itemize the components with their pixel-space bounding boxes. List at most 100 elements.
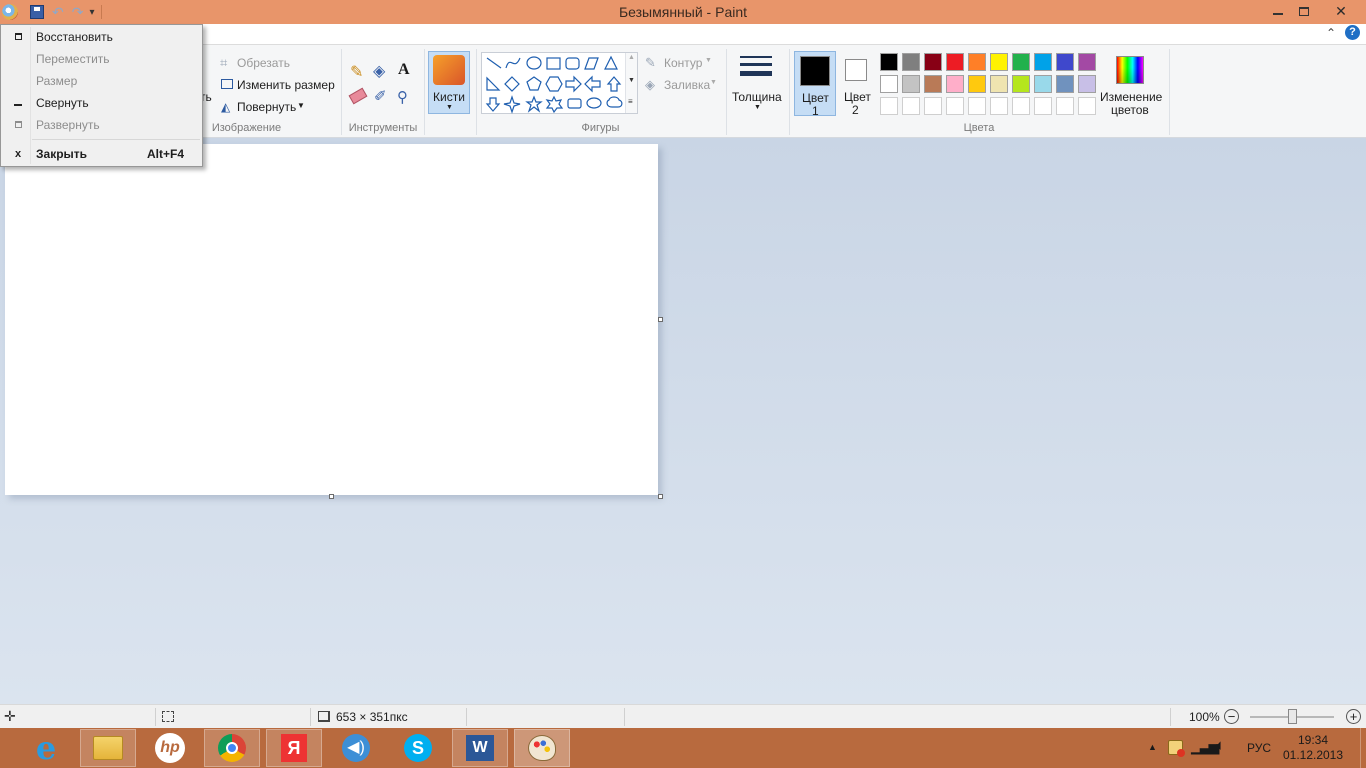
palette-custom-swatch[interactable] <box>968 97 986 115</box>
palette-custom-swatch[interactable] <box>924 97 942 115</box>
taskbar-paint[interactable] <box>514 729 570 767</box>
palette-swatch[interactable] <box>902 75 920 93</box>
resize-button[interactable]: Изменить размер <box>220 76 335 94</box>
palette-custom-swatch[interactable] <box>1034 97 1052 115</box>
palette-swatch[interactable] <box>924 53 942 71</box>
separator <box>624 708 625 726</box>
magnifier-icon[interactable]: ⚲ <box>397 88 408 106</box>
palette-swatch[interactable] <box>946 53 964 71</box>
edit-colors-label-line2: цветов <box>1111 103 1149 117</box>
color1-button[interactable]: Цвет 1 <box>794 51 836 118</box>
palette-custom-swatch[interactable] <box>1078 97 1096 115</box>
palette-swatch[interactable] <box>880 53 898 71</box>
palette-custom-swatch[interactable] <box>880 97 898 115</box>
palette-swatch[interactable] <box>1078 53 1096 71</box>
wifi-signal-icon[interactable]: ▁▃▅ <box>1191 738 1219 755</box>
palette-swatch[interactable] <box>880 75 898 93</box>
menu-item-close[interactable]: x Закрыть Alt+F4 <box>3 143 200 165</box>
help-icon[interactable]: ? <box>1345 25 1360 40</box>
zoom-slider-thumb[interactable] <box>1288 709 1297 724</box>
drawing-canvas[interactable] <box>5 144 658 495</box>
show-hidden-icons[interactable]: ▲ <box>1148 742 1157 752</box>
brushes-dropdown-icon: ▼ <box>446 104 453 111</box>
taskbar-chrome[interactable] <box>204 729 260 767</box>
shapes-group-label: Фигуры <box>581 122 620 134</box>
separator <box>1169 49 1170 135</box>
taskbar-file-explorer[interactable] <box>80 729 136 767</box>
separator <box>726 49 727 135</box>
zoom-in-button[interactable]: + <box>1346 709 1361 724</box>
cursor-position-icon: ✛ <box>4 708 16 724</box>
taskbar-skype[interactable]: S <box>390 729 446 767</box>
fill-shape-button[interactable]: ◈ Заливка ▼ <box>645 76 720 94</box>
rotate-button[interactable]: ◭ Повернуть ▼ <box>220 98 310 116</box>
palette-custom-swatch[interactable] <box>946 97 964 115</box>
palette-custom-swatch[interactable] <box>902 97 920 115</box>
color2-button[interactable]: Цвет 2 <box>838 51 876 117</box>
selection-size-icon <box>162 711 174 722</box>
palette-swatch[interactable] <box>1078 75 1096 93</box>
palette-swatch[interactable] <box>1056 75 1074 93</box>
chrome-icon <box>218 734 246 762</box>
palette-swatch[interactable] <box>990 75 1008 93</box>
taskbar-ie[interactable]: e <box>18 729 74 767</box>
palette-swatch[interactable] <box>1056 53 1074 71</box>
taskbar-audio-app[interactable]: ◀) <box>328 729 384 767</box>
close-shortcut: Alt+F4 <box>146 147 184 161</box>
size-button[interactable]: Толщина ▼ <box>730 51 784 114</box>
palette-custom-swatch[interactable] <box>1012 97 1030 115</box>
palette-swatch[interactable] <box>1034 75 1052 93</box>
close-button[interactable]: ✕ <box>1318 0 1364 22</box>
shapes-scrollbar[interactable]: ▲ ▼ ≡ <box>625 53 637 113</box>
clock-date: 01.12.2013 <box>1282 748 1344 762</box>
clock[interactable]: 19:34 01.12.2013 <box>1282 733 1344 763</box>
menu-item-minimize[interactable]: Свернуть <box>3 92 200 114</box>
palette-swatch[interactable] <box>1012 75 1030 93</box>
resize-handle-right[interactable] <box>658 317 663 322</box>
language-indicator[interactable]: РУС <box>1247 741 1271 755</box>
taskbar-word[interactable]: W <box>452 729 508 767</box>
scroll-down-icon[interactable]: ▼ <box>628 77 635 84</box>
rotate-icon: ◭ <box>221 100 231 114</box>
palette-swatch[interactable] <box>924 75 942 93</box>
color2-label-line1: Цвет <box>844 90 871 104</box>
eraser-icon[interactable] <box>348 87 368 105</box>
edit-colors-button[interactable]: Изменение цветов <box>1098 51 1164 117</box>
color2-label-line2: 2 <box>852 103 859 117</box>
palette-swatch[interactable] <box>968 75 986 93</box>
text-icon[interactable]: A <box>398 61 410 79</box>
scroll-up-icon[interactable]: ▲ <box>628 54 635 61</box>
palette-custom-swatch[interactable] <box>1056 97 1074 115</box>
menu-item-restore[interactable]: Восстановить <box>3 26 200 48</box>
minimize-button[interactable] <box>1264 0 1292 22</box>
pencil-icon[interactable]: ✎ <box>350 62 363 82</box>
separator <box>310 708 311 726</box>
taskbar-hp[interactable]: hp <box>142 729 198 767</box>
color-picker-icon[interactable]: ✐ <box>374 87 387 105</box>
brushes-button[interactable]: Кисти ▼ <box>428 51 470 114</box>
volume-icon[interactable]: 🔈︎ <box>1216 737 1225 754</box>
palette-swatch[interactable] <box>990 53 1008 71</box>
palette-custom-swatch[interactable] <box>990 97 1008 115</box>
show-desktop-button[interactable] <box>1360 728 1366 768</box>
palette-swatch[interactable] <box>968 53 986 71</box>
resize-handle-bottom[interactable] <box>329 494 334 499</box>
palette-swatch[interactable] <box>902 53 920 71</box>
zoom-out-button[interactable]: − <box>1224 709 1239 724</box>
palette-swatch[interactable] <box>946 75 964 93</box>
outline-button[interactable]: ✎ Контур ▼ <box>645 54 720 72</box>
resize-handle-corner[interactable] <box>658 494 663 499</box>
palette-swatch[interactable] <box>1012 53 1030 71</box>
separator <box>1170 708 1171 726</box>
image-group-label: Изображение <box>211 122 282 134</box>
shapes-expand-icon[interactable]: ≡ <box>628 97 633 106</box>
shapes-gallery[interactable]: ▲ ▼ ≡ <box>481 52 638 114</box>
taskbar-yandex[interactable]: Я <box>266 729 322 767</box>
palette-swatch[interactable] <box>1034 53 1052 71</box>
fill-icon[interactable]: ◈ <box>373 61 385 81</box>
tools-group-label: Инструменты <box>348 122 418 134</box>
network-alert-icon[interactable] <box>1168 740 1185 757</box>
minimize-ribbon-icon[interactable]: ⌃ <box>1326 26 1336 40</box>
menu-item-maximize: Развернуть <box>3 114 200 136</box>
restore-button[interactable] <box>1290 0 1318 22</box>
